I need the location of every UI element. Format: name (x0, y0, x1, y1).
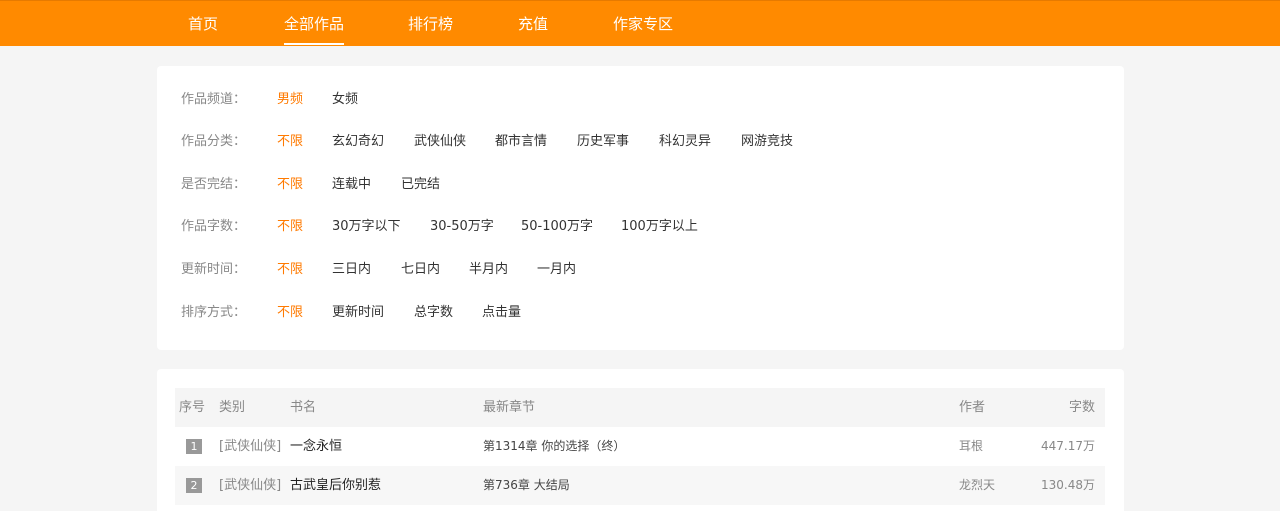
row-book-title[interactable]: 古武皇后你别惹 (290, 466, 381, 505)
row-word-count: 130.48万 (1041, 478, 1095, 492)
table-header: 序号 类别 书名 最新章节 作者 字数 (175, 388, 1105, 427)
filter-option-3-days[interactable]: 三日内 (332, 260, 371, 280)
filter-row-sort: 排序方式： 不限 更新时间 总字数 点击量 (157, 303, 1124, 323)
filter-option-sort-any[interactable]: 不限 (277, 303, 303, 323)
filter-option-ongoing[interactable]: 连载中 (332, 175, 371, 195)
filter-option-under-30w[interactable]: 30万字以下 (332, 217, 401, 237)
filter-row-category: 作品分类： 不限 玄幻奇幻 武侠仙侠 都市言情 历史军事 科幻灵异 网游竞技 (157, 132, 1124, 152)
row-author: 耳根 (959, 439, 984, 453)
filter-option-male[interactable]: 男频 (277, 90, 303, 110)
table-row: 1 [武侠仙侠] 一念永恒 第1314章 你的选择（终） 耳根 447.17万 (175, 427, 1105, 466)
rank-badge: 2 (186, 478, 202, 493)
header-rank: 序号 (179, 400, 206, 415)
nav-author-zone[interactable]: 作家专区 (613, 1, 673, 47)
row-author: 龙烈天 (959, 478, 996, 492)
row-book-title[interactable]: 一念永恒 (290, 427, 342, 466)
filter-option-50-100w[interactable]: 50-100万字 (521, 217, 593, 237)
rank-badge: 1 (186, 439, 202, 454)
filter-option-one-month[interactable]: 一月内 (537, 260, 576, 280)
filter-label-update-time: 更新时间： (181, 262, 247, 277)
filter-option-wordcount-any[interactable]: 不限 (277, 217, 303, 237)
filter-row-update-time: 更新时间： 不限 三日内 七日内 半月内 一月内 (157, 260, 1124, 280)
filter-option-gaming[interactable]: 网游竞技 (741, 132, 793, 152)
filter-option-sort-words[interactable]: 总字数 (414, 303, 453, 323)
filter-option-wuxia[interactable]: 武侠仙侠 (414, 132, 466, 152)
filter-option-update-any[interactable]: 不限 (277, 260, 303, 280)
row-category: [武侠仙侠] (219, 439, 282, 454)
filter-option-urban[interactable]: 都市言情 (495, 132, 547, 152)
filter-label-sort: 排序方式： (181, 305, 247, 320)
nav-recharge[interactable]: 充值 (518, 1, 548, 47)
filter-option-history[interactable]: 历史军事 (577, 132, 629, 152)
filter-row-wordcount: 作品字数： 不限 30万字以下 30-50万字 50-100万字 100万字以上 (157, 217, 1124, 237)
filter-option-category-any[interactable]: 不限 (277, 132, 303, 152)
nav-all-works[interactable]: 全部作品 (284, 1, 345, 47)
header-category: 类别 (219, 400, 246, 415)
filter-row-channel: 作品频道： 男频 女频 (157, 90, 1124, 110)
filter-option-half-month[interactable]: 半月内 (469, 260, 508, 280)
filter-label-channel: 作品频道： (181, 92, 247, 107)
filter-label-category: 作品分类： (181, 134, 247, 149)
filter-option-over-100w[interactable]: 100万字以上 (621, 217, 698, 237)
filter-label-wordcount: 作品字数： (181, 219, 247, 234)
row-category: [武侠仙侠] (219, 478, 282, 493)
filter-row-status: 是否完结： 不限 连载中 已完结 (157, 175, 1124, 195)
filter-option-scifi[interactable]: 科幻灵异 (659, 132, 711, 152)
filter-label-status: 是否完结： (181, 177, 247, 192)
filter-option-sort-clicks[interactable]: 点击量 (482, 303, 521, 323)
filter-option-fantasy[interactable]: 玄幻奇幻 (332, 132, 384, 152)
nav-rankings[interactable]: 排行榜 (408, 1, 453, 47)
filter-option-completed[interactable]: 已完结 (401, 175, 440, 195)
filter-option-7-days[interactable]: 七日内 (401, 260, 440, 280)
header-title: 书名 (290, 400, 317, 415)
header-author: 作者 (959, 400, 986, 415)
book-list-panel: 序号 类别 书名 最新章节 作者 字数 1 [武侠仙侠] 一念永恒 第1314章… (157, 369, 1124, 511)
header-latest-chapter: 最新章节 (483, 400, 536, 415)
filter-option-female[interactable]: 女频 (332, 90, 358, 110)
header-words: 字数 (1068, 400, 1095, 415)
filter-panel: 作品频道： 男频 女频 作品分类： 不限 玄幻奇幻 武侠仙侠 都市言情 历史军事… (157, 66, 1124, 350)
filter-option-sort-updated[interactable]: 更新时间 (332, 303, 384, 323)
nav-home[interactable]: 首页 (188, 1, 218, 47)
table-row: 2 [武侠仙侠] 古武皇后你别惹 第736章 大结局 龙烈天 130.48万 (175, 466, 1105, 505)
row-word-count: 447.17万 (1041, 439, 1095, 453)
row-latest-chapter[interactable]: 第736章 大结局 (483, 466, 570, 505)
row-latest-chapter[interactable]: 第1314章 你的选择（终） (483, 427, 625, 466)
filter-option-30-50w[interactable]: 30-50万字 (430, 217, 494, 237)
filter-option-status-any[interactable]: 不限 (277, 175, 303, 195)
top-nav-bar: 首页 全部作品 排行榜 充值 作家专区 (0, 0, 1280, 46)
